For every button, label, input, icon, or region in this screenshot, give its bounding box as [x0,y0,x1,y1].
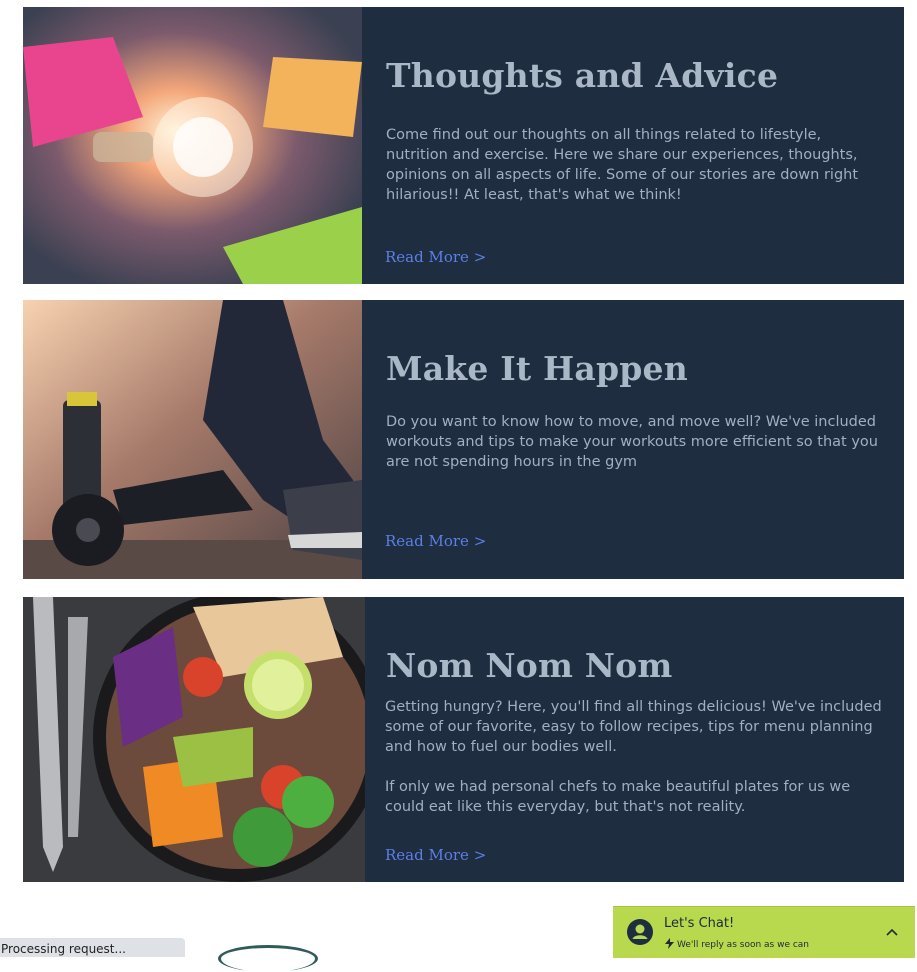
blog-card-make-it-happen: Make It Happen Do you want to know how t… [23,300,904,579]
read-more-link[interactable]: Read More > [385,248,486,266]
card-description: Do you want to know how to move, and mov… [386,412,886,472]
read-more-link[interactable]: Read More > [385,846,486,864]
card-image-lightbulb[interactable] [23,7,362,284]
chat-widget[interactable]: Let's Chat! We'll reply as soon as we ca… [613,906,915,958]
card-title: Nom Nom Nom [386,646,673,686]
blog-card-thoughts: Thoughts and Advice Come find out our th… [23,7,904,284]
card-paragraph: If only we had personal chefs to make be… [385,779,851,815]
read-more-link[interactable]: Read More > [385,532,486,550]
card-title: Make It Happen [386,349,688,389]
lightning-icon [665,938,674,949]
card-paragraph: Getting hungry? Here, you'll find all th… [385,699,882,755]
browser-status-bar: Processing request... [0,938,185,957]
card-description: Come find out our thoughts on all things… [386,125,886,205]
site-logo[interactable] [218,945,318,972]
user-avatar-icon [627,919,653,945]
chat-subtitle-text: We'll reply as soon as we can [677,940,810,950]
chevron-up-icon[interactable] [885,925,899,939]
card-description: Getting hungry? Here, you'll find all th… [385,697,885,817]
card-title: Thoughts and Advice [386,56,779,96]
card-paragraph: Do you want to know how to move, and mov… [386,414,878,470]
card-image-gym[interactable] [23,300,362,579]
card-paragraph: Come find out our thoughts on all things… [386,127,859,203]
card-image-salad[interactable] [23,597,365,882]
chat-subtitle: We'll reply as soon as we can [665,938,809,950]
blog-card-nom-nom-nom: Nom Nom Nom Getting hungry? Here, you'll… [23,597,904,882]
chat-title: Let's Chat! [664,916,735,931]
